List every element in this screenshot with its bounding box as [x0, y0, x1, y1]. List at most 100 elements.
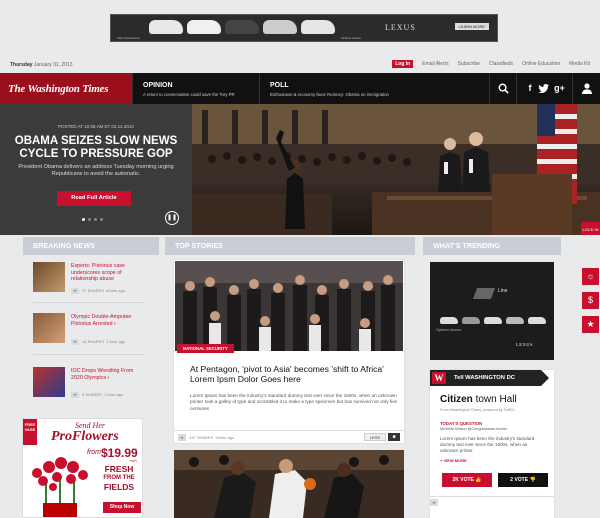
breaking-news-item[interactable]: Olympic Double-Amputee Pistorius Arreste… [33, 313, 145, 358]
ad-learn-more-button[interactable]: LEARN MORE [454, 23, 489, 30]
ad-disclosure[interactable]: View Disclosures [117, 36, 140, 40]
media-kit-link[interactable]: Media Kit [569, 61, 590, 67]
vote-up-button[interactable]: 2K VOTE 👍 [442, 473, 492, 487]
site-logo[interactable]: The Washington Times [0, 73, 132, 104]
online-education-link[interactable]: Online Education [522, 61, 560, 67]
top-story-card[interactable]: NATIONAL SECURITY At Pentagon, 'pivot to… [174, 260, 404, 443]
ad-car-1 [149, 20, 183, 34]
category-tag[interactable]: NATIONAL SECURITY [177, 344, 234, 353]
ad-car-3 [225, 20, 259, 34]
googleplus-icon[interactable]: g+ [546, 73, 573, 104]
user-icon[interactable] [572, 73, 600, 104]
todays-question-label: TODAY'S QUESTION [440, 421, 483, 426]
header-opinion[interactable]: OPINION A return to conservatism could s… [132, 73, 259, 104]
question-author[interactable]: Michelle Kelson @Congressman.hunter [440, 427, 507, 431]
page: LEXUS LEARN MORE View Disclosures Option… [0, 0, 600, 518]
breaking-news-item[interactable]: Experts: Pistorius case underscores scop… [33, 262, 145, 307]
breaking-news-item[interactable]: IOC Drops Wrestling From 2020 Olympics ›… [33, 367, 145, 412]
carousel-dot[interactable] [100, 218, 103, 221]
news-meta: ➦ 8 SHARES 1 hour ago [71, 392, 145, 398]
lock-icon[interactable]: ■ [388, 433, 400, 441]
ad-logo [472, 288, 496, 299]
news-meta: ➦ 14 SHARES 1 hour ago [71, 339, 145, 345]
utility-links: Log In Email Alerts Subscribe Classified… [392, 60, 590, 68]
subscribe-link[interactable]: Subscribe [458, 61, 480, 67]
news-thumbnail[interactable] [33, 313, 65, 343]
story-summary: Lorem Ipsum has been the industry's stan… [190, 393, 398, 411]
ad-car [484, 317, 502, 324]
hero-headline[interactable]: OBAMA SEIZES SLOW NEWS CYCLE TO PRESSURE… [14, 135, 178, 161]
story-image[interactable] [175, 261, 403, 351]
story-meta: ➦ 137 SHARES 40min ago [178, 434, 234, 441]
ad-car [528, 317, 546, 324]
ad-price-suffix: +s/h [129, 458, 137, 463]
ad-car [462, 317, 480, 324]
washington-times-w-icon: W [432, 372, 446, 384]
read-full-article-button[interactable]: Read Full Article [57, 191, 131, 206]
divider [430, 496, 554, 497]
story-image[interactable] [174, 450, 404, 518]
bookmark-icon[interactable]: ★ [582, 316, 599, 333]
classifieds-link[interactable]: Classifieds [489, 61, 513, 67]
hero-image[interactable] [192, 104, 600, 235]
bar-arrow [541, 370, 549, 386]
login-link[interactable]: Log In [392, 60, 414, 68]
whats-trending-header: WHAT'S TRENDING [423, 237, 561, 255]
hero-text-panel: POSTED AT 10:06 AM ET 02.14.2013 OBAMA S… [0, 104, 192, 235]
trending-lexus-ad[interactable]: Line Options shown. LEXUS [430, 262, 554, 360]
ad-car-4 [263, 20, 297, 34]
vote-down-button[interactable]: 2 VOTE 👎 [498, 473, 548, 487]
header-poll[interactable]: POLL Enthusiasm & economy favor Romney: … [259, 73, 489, 104]
story-headline[interactable]: At Pentagon, 'pivot to Asia' becomes 'sh… [190, 364, 395, 385]
share-icon[interactable]: ➦ [430, 499, 441, 506]
town-hall-headline[interactable]: Citizen town Hall [440, 394, 517, 405]
less-button[interactable]: LESS [364, 433, 386, 441]
search-icon[interactable] [489, 73, 516, 104]
news-thumbnail[interactable] [33, 367, 65, 397]
ad-brand-name: ProFlowers [51, 429, 119, 444]
opinion-subtitle: A return to conservatism could save the … [143, 92, 235, 97]
carousel-dot[interactable] [82, 218, 85, 221]
divider [33, 302, 145, 303]
hero-carousel: POSTED AT 10:06 AM ET 02.14.2013 OBAMA S… [0, 104, 600, 235]
carousel-dot[interactable] [94, 218, 97, 221]
breaking-news-title[interactable]: IOC Drops Wrestling From 2020 Olympics › [71, 368, 145, 381]
poll-title: POLL [270, 82, 289, 89]
powered-by: From Washington Times, powered by TellDC [440, 408, 515, 412]
tell-dc-card: W Tell WASHINGTON DC Citizen town Hall F… [430, 370, 554, 518]
top-banner-ad[interactable]: LEXUS LEARN MORE View Disclosures Option… [110, 14, 498, 42]
share-icon[interactable]: ➦ [71, 339, 79, 345]
share-icon[interactable]: ➦ [71, 288, 79, 294]
side-tab[interactable]: LOCK IN [581, 222, 600, 235]
ad-brand: LEXUS [516, 342, 533, 347]
ad-car [506, 317, 524, 324]
share-icon[interactable]: ➦ [178, 434, 186, 441]
divider [33, 354, 145, 355]
news-thumbnail[interactable] [33, 262, 65, 292]
shop-now-button[interactable]: Shop Now [103, 502, 141, 513]
ad-line: Line [498, 288, 508, 294]
current-date: Thursday January 31, 2013 [10, 62, 73, 68]
breaking-news-title[interactable]: Experts: Pistorius case underscores scop… [71, 263, 145, 283]
carousel-dots [82, 218, 103, 221]
dollar-icon[interactable]: $ [582, 292, 599, 309]
opinion-title: OPINION [143, 82, 173, 89]
poll-subtitle: Enthusiasm & economy favor Romney: Obama… [270, 92, 389, 97]
breaking-news-title[interactable]: Olympic Double-Amputee Pistorius Arreste… [71, 314, 145, 327]
ad-options-note: Options shown. [436, 328, 463, 332]
hero-summary: President Obama delivers an address Tues… [18, 164, 174, 177]
pause-icon[interactable]: ❚❚ [165, 211, 179, 225]
flowers-image [32, 457, 88, 517]
ad-car [440, 317, 458, 324]
top-story-card-2[interactable] [174, 450, 404, 518]
share-icon[interactable]: ➦ [71, 392, 79, 398]
ad-fresh-from-fields: FRESH FROM THE FIELDS [103, 464, 135, 492]
tell-dc-bar[interactable]: W Tell WASHINGTON DC [430, 370, 541, 386]
sun-icon[interactable]: ☼ [582, 268, 599, 285]
ad-car-5 [301, 20, 335, 34]
ad-options-note: Options shown. [341, 36, 362, 40]
proflowers-ad[interactable]: FREE VASE Send Her ProFlowers from $19.9… [22, 418, 143, 518]
email-alerts-link[interactable]: Email Alerts [422, 61, 448, 67]
view-more-link[interactable]: + VIEW MORE [440, 458, 467, 463]
carousel-dot[interactable] [88, 218, 91, 221]
